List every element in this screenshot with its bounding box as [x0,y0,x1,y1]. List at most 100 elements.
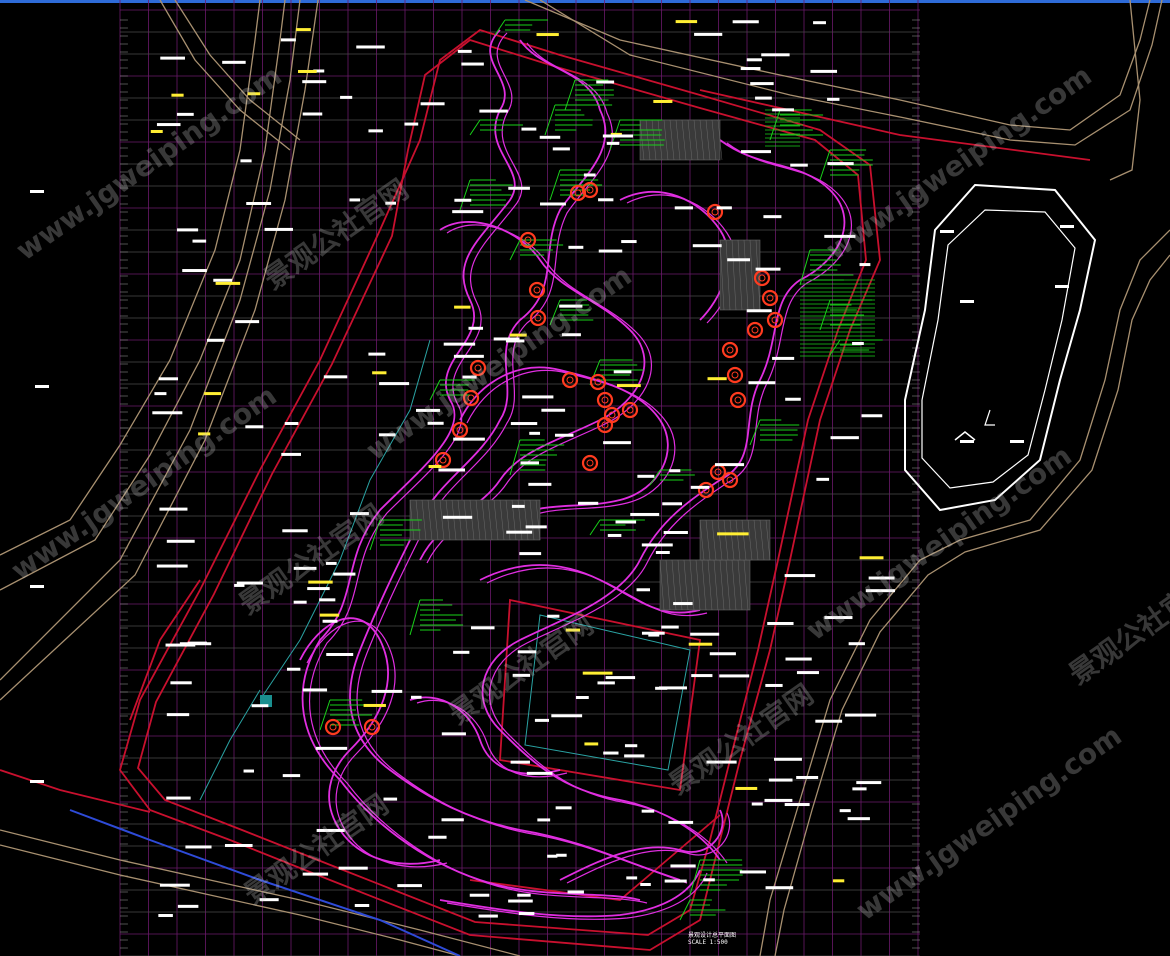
cad-label [512,673,531,677]
cad-label [478,914,498,918]
cad-label [653,99,673,103]
cad-label [182,269,207,273]
cad-label [616,384,641,388]
cad-label [378,433,396,437]
cad-label [404,122,419,126]
cad-label [461,62,484,66]
cad-label [751,802,763,806]
cad-label [603,441,631,445]
cad-label [547,854,558,858]
paving-area [699,519,771,561]
cad-label [517,893,531,897]
cad-label [940,230,954,233]
cad-label [509,333,527,337]
cad-label [578,501,599,505]
cad-label [691,674,713,678]
cad-label [839,809,851,813]
cad-label [583,173,596,177]
title-block-name: 景观设计总平面图 [688,932,737,939]
cad-label [333,572,356,576]
cad-label [670,864,696,868]
cad-label [824,234,856,238]
cad-label [740,67,761,71]
cad-label [763,215,782,219]
cad-label [552,147,570,151]
cad-label [368,352,386,356]
cad-label [659,686,687,690]
cad-label [338,866,368,870]
cad-label [371,689,403,693]
cad-label [690,632,720,636]
cad-label [746,309,772,313]
cad-label [709,652,736,656]
cad-label [246,201,272,205]
cad-drawing-canvas[interactable] [0,0,1170,956]
cad-label [213,278,233,282]
cad-label [224,844,253,848]
cad-label [717,532,749,536]
cad-label [281,452,301,456]
cad-label [319,613,340,617]
cad-label [156,123,181,127]
cad-label [732,20,759,24]
cad-label [606,141,620,145]
cad-label [293,566,317,570]
cad-label [669,469,681,473]
cad-label [166,713,190,717]
cad-label [827,97,840,101]
cad-label [322,619,338,623]
cad-label [176,228,199,232]
cad-label [607,533,622,537]
cad-label [741,150,771,154]
cad-label [768,778,793,782]
cad-label [565,628,581,632]
cad-label [584,742,599,746]
cad-label [703,878,715,882]
cad-label [847,817,870,821]
cad-label [30,780,44,783]
cad-label [815,719,843,723]
cad-label [479,109,508,113]
cad-label [816,477,830,481]
cad-label [761,53,790,57]
cad-label [469,893,490,897]
cad-label [598,198,614,202]
cad-label [30,585,44,588]
cad-label [833,879,845,883]
cad-label [185,845,212,849]
cad-label [316,828,345,832]
cad-label [785,657,812,661]
cad-label [598,249,623,253]
cad-label [302,688,328,692]
cad-label [296,28,311,32]
cad-label [308,580,333,584]
cad-label [349,198,361,202]
title-block: 景观设计总平面图 SCALE 1:500 [688,930,736,946]
cad-label [1055,285,1069,288]
cad-label [154,392,167,396]
cad-label [243,769,255,773]
cad-label [1010,440,1024,443]
cad-label [379,382,410,386]
cad-label [368,129,383,133]
cad-label [739,870,767,874]
cad-label [706,760,737,764]
cad-label [539,135,561,139]
cad-label [555,806,572,810]
cad-label [746,58,762,62]
cad-label [674,206,693,210]
cad-label [385,201,397,205]
cad-label [286,667,301,671]
cad-label [326,652,354,656]
cad-label [613,370,632,374]
cad-label [453,354,484,358]
cad-label [603,751,619,755]
cad-label [541,408,566,412]
cad-label [547,614,560,618]
cad-label [813,21,826,25]
cad-label [707,377,727,381]
cad-label [796,775,819,779]
cad-label [568,245,584,249]
cad-label [772,356,795,360]
drawing-background [0,0,1170,956]
